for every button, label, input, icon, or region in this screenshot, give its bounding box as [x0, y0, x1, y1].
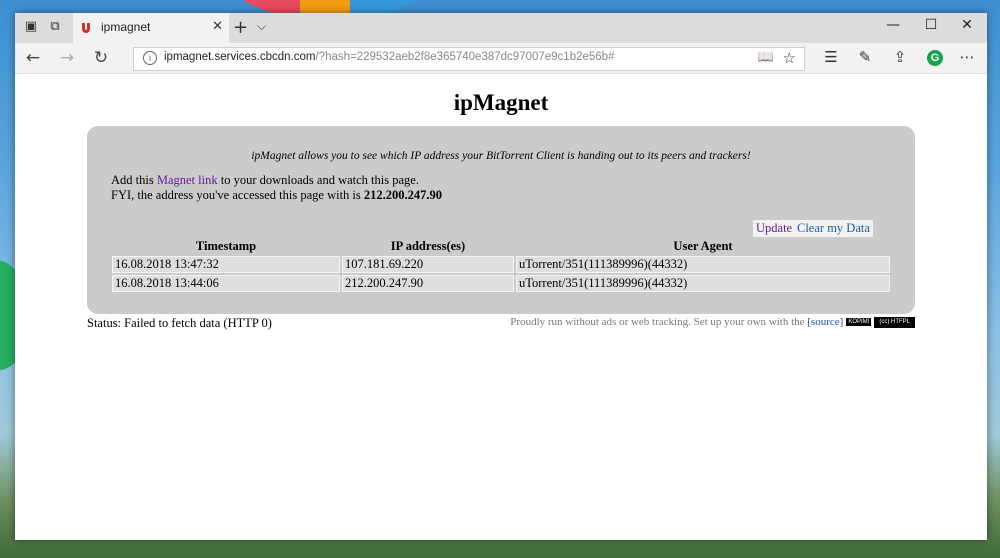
forward-arrow-icon[interactable]: → [57, 48, 77, 68]
more-menu-icon[interactable]: ⋯ [957, 48, 977, 66]
table-row: 16.08.2018 13:44:06 212.200.247.90 uTorr… [112, 275, 890, 292]
current-ip: 212.200.247.90 [363, 188, 443, 202]
grammarly-extension-icon[interactable]: G [927, 50, 943, 66]
footer: Proudly run without ads or web tracking.… [510, 316, 915, 328]
favorite-star-icon[interactable]: ☆ [783, 49, 796, 67]
status-text: Status: Failed to fetch data (HTTP 0) [87, 316, 272, 330]
cell-ip: 107.181.69.220 [342, 256, 514, 273]
add-prefix: Add this [111, 173, 157, 187]
header-user-agent: User Agent [673, 239, 733, 253]
favorites-list-icon[interactable]: ☰ [821, 48, 841, 66]
license-badge[interactable]: (cc) HTFPL [874, 316, 915, 328]
browser-tab[interactable]: ipmagnet ✕ [73, 13, 229, 43]
fyi-prefix: FYI, the address you've accessed this pa… [111, 188, 364, 202]
site-info-icon[interactable]: i [143, 51, 157, 65]
tab-preview-chevron-icon[interactable]: ⌵ [257, 19, 266, 34]
url-host: ipmagnet.services.cbcdn.com [164, 51, 316, 63]
fyi-line: FYI, the address you've accessed this pa… [111, 188, 442, 203]
url-text[interactable]: ipmagnet.services.cbcdn.com/?hash=229532… [164, 51, 614, 63]
back-arrow-icon[interactable]: ← [23, 48, 43, 68]
header-ip: IP address(es) [390, 239, 466, 253]
magnet-link[interactable]: Magnet link [157, 173, 218, 187]
tab-close-icon[interactable]: ✕ [212, 19, 223, 34]
url-path: /?hash=229532aeb2f8e365740e387dc97007e9c… [315, 51, 615, 63]
cell-user-agent: uTorrent/351(111389996)(44332) [516, 256, 890, 273]
minimize-icon[interactable]: — [883, 17, 903, 33]
header-timestamp: Timestamp [195, 239, 257, 253]
refresh-icon[interactable]: ↻ [91, 48, 111, 68]
cell-timestamp: 16.08.2018 13:47:32 [112, 256, 340, 273]
browser-window: ▣ ⧉ ipmagnet ✕ + ⌵ — ☐ ✕ ← → ↻ i ipmagne… [15, 13, 987, 540]
add-magnet-line: Add this Magnet link to your downloads a… [111, 173, 419, 188]
clear-data-button[interactable]: Clear my Data [794, 220, 873, 237]
table-row: 16.08.2018 13:47:32 107.181.69.220 uTorr… [112, 256, 890, 273]
footer-text: Proudly run without ads or web tracking.… [510, 316, 808, 328]
navigation-bar: ← → ↻ i ipmagnet.services.cbcdn.com/?has… [15, 43, 987, 74]
maximize-icon[interactable]: ☐ [921, 17, 941, 33]
title-bar: ▣ ⧉ ipmagnet ✕ + ⌵ — ☐ ✕ [15, 13, 987, 43]
main-panel: ipMagnet allows you to see which IP addr… [87, 126, 915, 314]
table-header-row: Timestamp IP address(es) User Agent [112, 239, 890, 254]
cell-ip: 212.200.247.90 [342, 275, 514, 292]
address-bar[interactable]: i ipmagnet.services.cbcdn.com/?hash=2295… [133, 47, 805, 71]
set-aside-tabs-icon[interactable]: ⧉ [47, 19, 63, 35]
close-window-icon[interactable]: ✕ [957, 17, 977, 33]
source-link[interactable]: [source] [807, 316, 843, 328]
intro-text: ipMagnet allows you to see which IP addr… [251, 150, 751, 162]
share-icon[interactable]: ⇪ [890, 48, 910, 66]
update-button[interactable]: Update [753, 220, 796, 237]
cell-timestamp: 16.08.2018 13:44:06 [112, 275, 340, 292]
page-content: ipMagnet ipMagnet allows you to see whic… [15, 74, 987, 540]
kopimi-badge[interactable]: KOPIMI [846, 318, 872, 327]
new-tab-icon[interactable]: + [233, 17, 248, 38]
page-title: ipMagnet [453, 90, 549, 115]
tab-title: ipmagnet [101, 20, 151, 34]
reading-view-icon[interactable]: 📖 [758, 50, 774, 65]
pen-notes-icon[interactable]: ✎ [855, 48, 875, 66]
cell-user-agent: uTorrent/351(111389996)(44332) [516, 275, 890, 292]
add-suffix: to your downloads and watch this page. [217, 173, 419, 187]
magnet-favicon-icon [82, 23, 90, 33]
ip-table: Timestamp IP address(es) User Agent 16.0… [110, 237, 892, 294]
tab-manager-icon[interactable]: ▣ [23, 19, 39, 35]
